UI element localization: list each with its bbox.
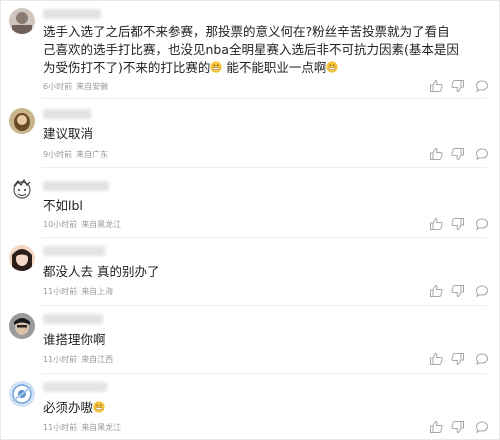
comment-actions (429, 147, 489, 161)
thumbs-down-icon[interactable] (451, 284, 465, 298)
thumbs-up-icon[interactable] (429, 79, 443, 93)
comment-location: 来自广东 (76, 150, 109, 159)
comment-location: 来自黑龙江 (81, 220, 122, 229)
comment-text: 必须办嗷 (43, 399, 105, 417)
divider (41, 373, 487, 374)
comment-location: 来自黑龙江 (81, 423, 122, 432)
thumbs-down-icon[interactable] (451, 352, 465, 366)
grimace-emoji-icon (210, 61, 222, 73)
comment-actions (429, 79, 489, 93)
comment-location: 来自上海 (81, 287, 114, 296)
thumbs-up-icon[interactable] (429, 352, 443, 366)
comment-actions (429, 284, 489, 298)
thumbs-up-icon[interactable] (429, 147, 443, 161)
comment-text: 谁搭理你啊 (43, 332, 106, 347)
comment-text: 选手入选了之后都不来参赛，那投票的意义何在?粉丝辛苦投票就为了看自 己喜欢的选手… (43, 24, 459, 75)
username-blurred[interactable] (43, 9, 101, 19)
divider (41, 167, 487, 168)
comment-meta: 9小时前 来自广东 (43, 149, 112, 160)
username-blurred[interactable] (43, 314, 103, 324)
divider (41, 98, 487, 99)
username-blurred[interactable] (43, 382, 107, 392)
comment-bubble-icon[interactable] (475, 284, 489, 298)
comment-bubble-icon[interactable] (475, 147, 489, 161)
thumbs-down-icon[interactable] (451, 79, 465, 93)
divider (41, 237, 487, 238)
comment-location: 来自安徽 (76, 82, 109, 91)
avatar[interactable] (9, 178, 35, 204)
comment-meta: 11小时前 来自黑龙江 (43, 422, 125, 433)
thumbs-up-icon[interactable] (429, 420, 443, 434)
comment-bubble-icon[interactable] (475, 79, 489, 93)
avatar[interactable] (9, 245, 35, 271)
comment-meta: 11小时前 来自上海 (43, 286, 117, 297)
comment-location: 来自江西 (81, 355, 114, 364)
grimace-emoji-icon (93, 401, 105, 413)
thumbs-up-icon[interactable] (429, 284, 443, 298)
thumbs-down-icon[interactable] (451, 147, 465, 161)
comment-time: 11小时前 (43, 287, 78, 296)
comment-meta: 6小时前 来自安徽 (43, 81, 112, 92)
thumbs-up-icon[interactable] (429, 217, 443, 231)
comment-bubble-icon[interactable] (475, 420, 489, 434)
avatar[interactable] (9, 108, 35, 134)
comment-text: 都没人去 真的别办了 (43, 264, 160, 279)
comment-time: 10小时前 (43, 220, 78, 229)
comment-time: 6小时前 (43, 82, 73, 91)
comment-time: 11小时前 (43, 355, 78, 364)
comment-text: 不如lbl (43, 198, 83, 213)
comment-bubble-icon[interactable] (475, 217, 489, 231)
thumbs-down-icon[interactable] (451, 217, 465, 231)
comment-time: 11小时前 (43, 423, 78, 432)
comment-actions (429, 352, 489, 366)
avatar[interactable] (9, 313, 35, 339)
username-blurred[interactable] (43, 109, 91, 119)
username-blurred[interactable] (43, 246, 105, 256)
grimace-emoji-icon (326, 61, 338, 73)
comment-meta: 10小时前 来自黑龙江 (43, 219, 125, 230)
comment-meta: 11小时前 来自江西 (43, 354, 117, 365)
comment-time: 9小时前 (43, 150, 73, 159)
divider (41, 305, 487, 306)
avatar[interactable] (9, 8, 35, 34)
comment-actions (429, 217, 489, 231)
comment-actions (429, 420, 489, 434)
comment-text: 建议取消 (43, 126, 94, 141)
username-blurred[interactable] (43, 181, 109, 191)
avatar[interactable] (9, 381, 35, 407)
comment-list: 选手入选了之后都不来参赛，那投票的意义何在?粉丝辛苦投票就为了看自 己喜欢的选手… (0, 0, 500, 440)
thumbs-down-icon[interactable] (451, 420, 465, 434)
comment-bubble-icon[interactable] (475, 352, 489, 366)
